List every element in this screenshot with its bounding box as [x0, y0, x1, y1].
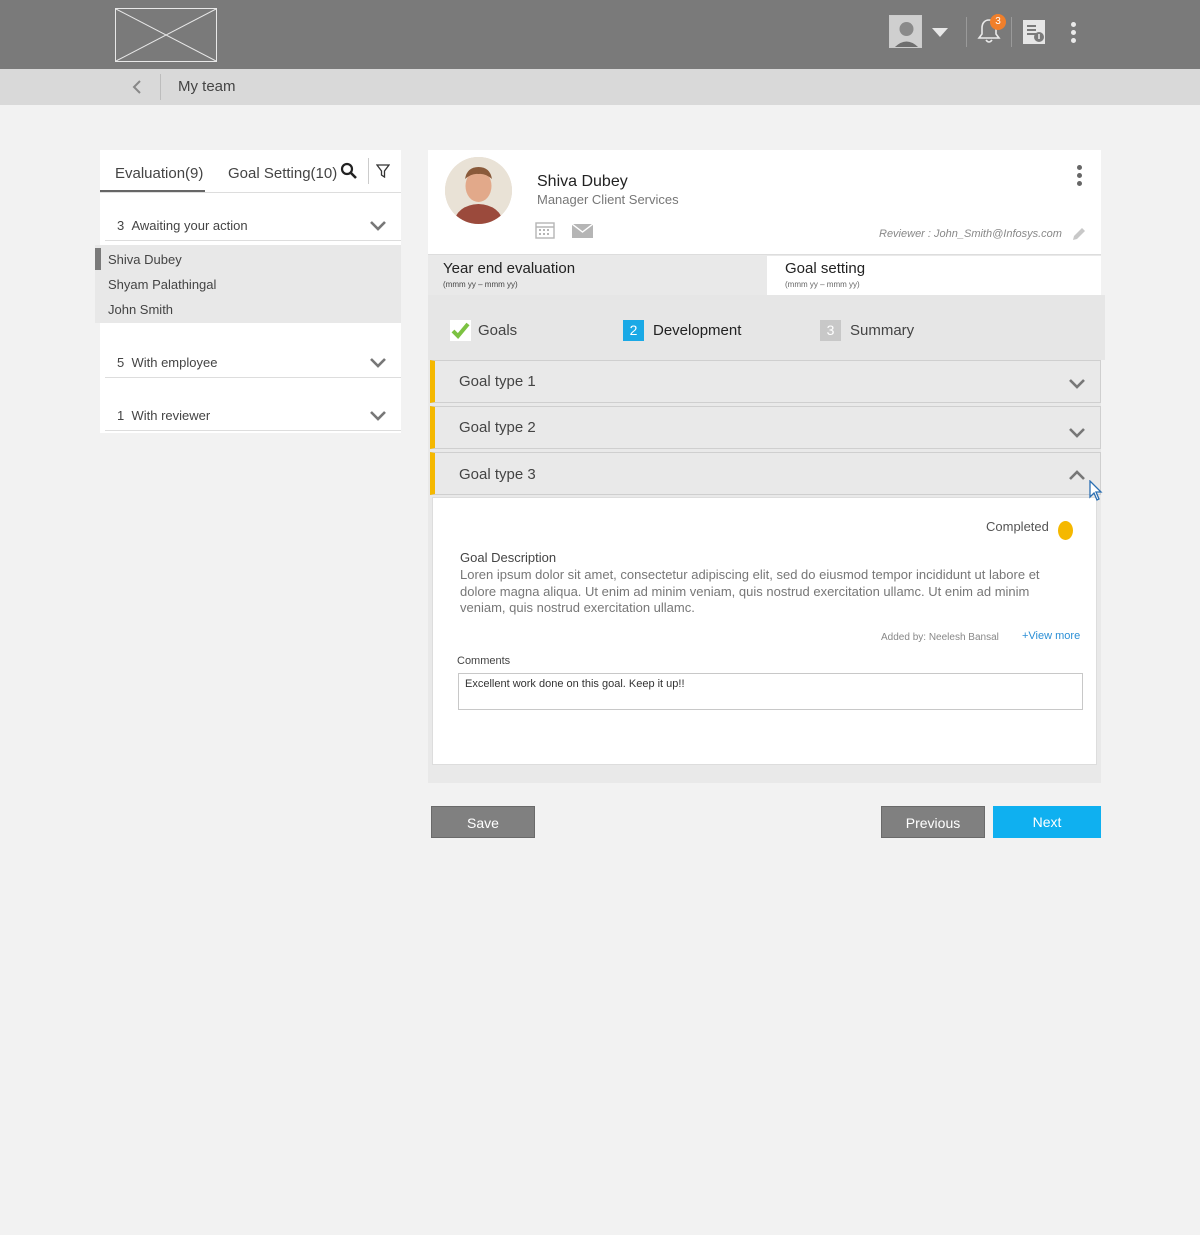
tab-title: Goal setting — [785, 260, 866, 277]
profile-more-kebab-icon[interactable] — [1077, 165, 1083, 189]
goal-type-label: Goal type 2 — [459, 419, 536, 436]
active-tab-indicator — [100, 190, 205, 192]
group-label: Awaiting your action — [131, 218, 248, 233]
chevron-down-icon[interactable] — [1068, 377, 1086, 389]
header-divider — [966, 17, 967, 47]
view-more-link[interactable]: +View more — [1022, 630, 1080, 642]
status-indicator-dot — [1058, 521, 1073, 540]
step-number: 2 — [623, 320, 644, 341]
list-item[interactable]: Shiva Dubey — [108, 252, 182, 267]
user-avatar[interactable] — [889, 15, 922, 48]
tab-year-end-evaluation[interactable]: Year end evaluation (mmm yy – mmm yy) — [428, 256, 767, 295]
group-with-employee[interactable]: 5 With employee — [117, 355, 217, 370]
save-button[interactable]: Save — [431, 806, 535, 838]
group-divider — [105, 430, 401, 431]
profile-role: Manager Client Services — [537, 192, 679, 207]
list-item[interactable]: John Smith — [108, 302, 173, 317]
mouse-pointer-icon — [1088, 479, 1104, 502]
added-by: Added by: Neelesh Bansal — [881, 632, 999, 643]
filter-divider — [368, 158, 369, 184]
group-with-reviewer[interactable]: 1 With reviewer — [117, 408, 210, 423]
step-goals[interactable]: Goals — [478, 322, 517, 339]
goal-description-title: Goal Description — [460, 550, 557, 565]
status-label: Completed — [986, 519, 1049, 534]
chevron-down-icon[interactable] — [369, 219, 387, 231]
group-count: 3 — [117, 218, 125, 233]
goal-accordion-1[interactable]: Goal type 1 — [430, 360, 1101, 403]
comments-label: Comments — [457, 655, 511, 667]
step-summary[interactable]: Summary — [850, 322, 914, 339]
tab-subtitle: (mmm yy – mmm yy) — [443, 280, 518, 289]
tab-divider — [100, 192, 401, 193]
chevron-up-icon[interactable] — [1068, 468, 1086, 480]
goal-type-label: Goal type 3 — [459, 466, 536, 483]
search-icon[interactable] — [340, 162, 358, 180]
group-divider — [105, 240, 401, 241]
logo-placeholder-icon — [115, 8, 217, 62]
mail-icon[interactable] — [571, 223, 594, 238]
page-title: My team — [178, 78, 236, 95]
tab-subtitle: (mmm yy – mmm yy) — [785, 280, 860, 289]
group-divider — [105, 377, 401, 378]
profile-name: Shiva Dubey — [537, 173, 628, 190]
stepper — [428, 295, 1105, 360]
step-development[interactable]: Development — [653, 322, 741, 339]
list-item[interactable]: Shyam Palathingal — [108, 277, 216, 292]
chevron-down-icon[interactable] — [369, 409, 387, 421]
notification-count-badge: 3 — [990, 14, 1006, 30]
tab-goal-setting-main[interactable]: Goal setting (mmm yy – mmm yy) — [767, 256, 1101, 295]
tab-title: Year end evaluation — [443, 260, 576, 277]
group-label: With reviewer — [131, 408, 211, 423]
calendar-icon[interactable] — [535, 221, 555, 239]
edit-pencil-icon[interactable] — [1071, 226, 1087, 242]
reviewer-email: Reviewer : John_Smith@Infosys.com — [879, 228, 1062, 240]
goal-accordion-2[interactable]: Goal type 2 — [430, 406, 1101, 449]
selected-indicator — [95, 248, 101, 270]
step-number: 3 — [820, 320, 841, 341]
comments-input[interactable]: Excellent work done on this goal. Keep i… — [458, 673, 1083, 710]
goal-type-label: Goal type 1 — [459, 373, 536, 390]
check-icon — [450, 320, 471, 341]
tab-evaluation[interactable]: Evaluation(9) — [115, 165, 203, 182]
group-awaiting-action[interactable]: 3 Awaiting your action — [117, 218, 248, 233]
next-button[interactable]: Next — [993, 806, 1101, 838]
document-info-icon[interactable] — [1021, 19, 1047, 45]
group-count: 5 — [117, 355, 125, 370]
goal-detail-panel — [432, 497, 1097, 765]
profile-avatar — [445, 157, 512, 224]
tab-goal-setting[interactable]: Goal Setting(10) — [228, 165, 337, 182]
goal-description-text: Loren ipsum dolor sit amet, consectetur … — [460, 567, 1040, 615]
previous-button[interactable]: Previous — [881, 806, 985, 838]
group-count: 1 — [117, 408, 125, 423]
back-chevron-left-icon[interactable] — [131, 80, 143, 94]
group-label: With employee — [131, 355, 218, 370]
chevron-down-icon[interactable] — [369, 356, 387, 368]
header-divider — [1011, 17, 1012, 47]
breadcrumb-divider — [160, 74, 161, 100]
user-menu-chevron-down-icon[interactable] — [932, 28, 948, 37]
goal-accordion-3[interactable]: Goal type 3 — [430, 452, 1101, 495]
chevron-down-icon[interactable] — [1068, 426, 1086, 438]
header-divider — [428, 254, 1101, 255]
header-more-kebab-icon[interactable] — [1071, 22, 1077, 46]
filter-icon[interactable] — [375, 164, 391, 179]
